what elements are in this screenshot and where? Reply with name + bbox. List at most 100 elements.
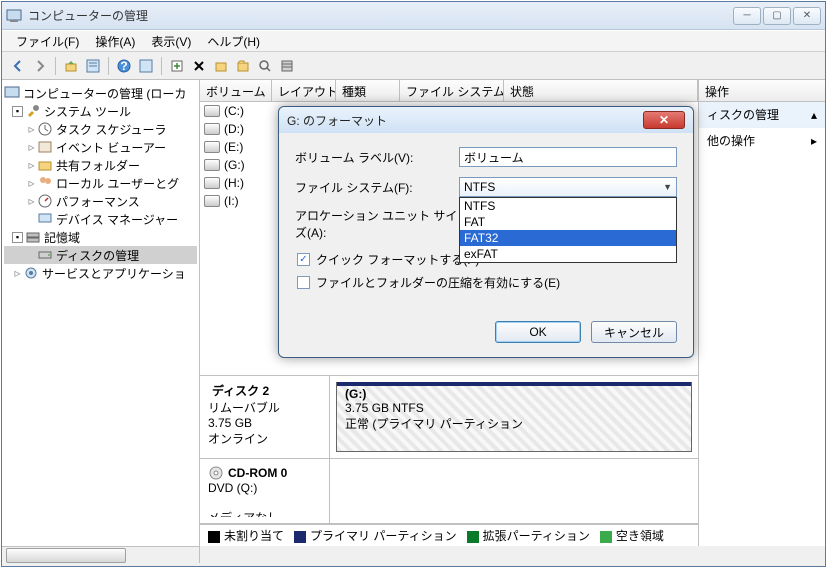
partition-box[interactable]: (G:) 3.75 GB NTFS 正常 (プライマリ パーティション xyxy=(336,382,692,452)
refresh-icon[interactable] xyxy=(136,56,156,76)
collapse-icon[interactable]: ▪ xyxy=(12,232,23,243)
up-icon[interactable] xyxy=(61,56,81,76)
storage-icon xyxy=(25,229,41,245)
list-icon[interactable] xyxy=(277,56,297,76)
collapse-icon: ▴ xyxy=(811,108,817,122)
part-status: 正常 (プライマリ パーティション xyxy=(345,415,683,432)
actions-pane: 操作 ィスクの管理 ▴ 他の操作 ▸ xyxy=(699,80,825,546)
tree-label: システム ツール xyxy=(44,103,131,120)
actions-label: ィスクの管理 xyxy=(707,106,779,123)
tree-device-manager[interactable]: デバイス マネージャー xyxy=(4,210,197,228)
help-icon[interactable]: ? xyxy=(114,56,134,76)
tree-disk-management[interactable]: ディスクの管理 xyxy=(4,246,197,264)
format-dialog: G: のフォーマット ✕ ボリューム ラベル(V): ファイル システム(F):… xyxy=(278,106,694,358)
volume-label-input[interactable] xyxy=(459,147,677,167)
separator xyxy=(55,57,56,75)
drive-icon xyxy=(204,141,220,153)
volume-list-header: ボリューム レイアウト 種類 ファイル システム 状態 xyxy=(200,80,698,102)
fs-option-fat[interactable]: FAT xyxy=(460,214,676,230)
col-volume[interactable]: ボリューム xyxy=(200,80,272,101)
separator xyxy=(161,57,162,75)
filesystem-dropdown: NTFS FAT FAT32 exFAT xyxy=(459,197,677,263)
menu-view[interactable]: 表示(V) xyxy=(143,30,199,53)
legend-primary: プライマリ パーティション xyxy=(310,529,457,543)
toolbar: ? xyxy=(2,52,825,80)
volume-label-label: ボリューム ラベル(V): xyxy=(295,149,459,166)
tree-storage[interactable]: ▪ 記憶域 xyxy=(4,228,197,246)
open-folder-icon[interactable] xyxy=(233,56,253,76)
cdrom-sub: DVD (Q:) xyxy=(208,481,321,495)
search-icon[interactable] xyxy=(255,56,275,76)
tree-label: タスク スケジューラ xyxy=(56,121,167,138)
tree-event-viewer[interactable]: ▹ イベント ビューアー xyxy=(4,138,197,156)
part-size: 3.75 GB NTFS xyxy=(345,401,683,415)
fs-option-exfat[interactable]: exFAT xyxy=(460,246,676,262)
dialog-close-button[interactable]: ✕ xyxy=(643,111,685,129)
legend-swatch xyxy=(294,531,306,543)
menu-action[interactable]: 操作(A) xyxy=(87,30,143,53)
actions-section[interactable]: ィスクの管理 ▴ xyxy=(699,102,825,128)
ok-button[interactable]: OK xyxy=(495,321,581,343)
actions-more[interactable]: 他の操作 ▸ xyxy=(699,128,825,153)
fs-option-ntfs[interactable]: NTFS xyxy=(460,198,676,214)
quick-format-checkbox[interactable]: ✓ xyxy=(297,253,310,266)
legend: 未割り当て プライマリ パーティション 拡張パーティション 空き領域 xyxy=(200,524,698,546)
maximize-button[interactable]: ▢ xyxy=(763,7,791,25)
col-type[interactable]: 種類 xyxy=(336,80,400,101)
col-filesystem[interactable]: ファイル システム xyxy=(400,80,504,101)
drive-icon xyxy=(204,105,220,117)
action-icon[interactable] xyxy=(167,56,187,76)
forward-icon[interactable] xyxy=(30,56,50,76)
disk-size: 3.75 GB xyxy=(208,416,321,430)
folder-icon[interactable] xyxy=(211,56,231,76)
tree-shared-folders[interactable]: ▹ 共有フォルダー xyxy=(4,156,197,174)
vol-label: (C:) xyxy=(224,104,244,118)
legend-swatch xyxy=(208,531,220,543)
actions-label: 他の操作 xyxy=(707,132,755,149)
part-label: (G:) xyxy=(345,387,683,401)
compress-row[interactable]: ファイルとフォルダーの圧縮を有効にする(E) xyxy=(297,274,677,291)
quick-format-label: クイック フォーマットする(P) xyxy=(316,251,479,268)
collapse-icon[interactable]: ▪ xyxy=(12,106,23,117)
tree-root[interactable]: コンピューターの管理 (ローカ xyxy=(4,84,197,102)
tree-label: コンピューターの管理 (ローカ xyxy=(23,85,186,102)
tree-scrollbar[interactable] xyxy=(2,546,200,563)
menu-help[interactable]: ヘルプ(H) xyxy=(199,30,268,53)
properties-icon[interactable] xyxy=(83,56,103,76)
filesystem-value: NTFS xyxy=(464,180,495,194)
disk-info[interactable]: CD-ROM 0 DVD (Q:) メディアなし xyxy=(200,459,330,523)
back-icon[interactable] xyxy=(8,56,28,76)
close-button[interactable]: ✕ xyxy=(793,7,821,25)
minimize-button[interactable]: ─ xyxy=(733,7,761,25)
col-layout[interactable]: レイアウト xyxy=(272,80,336,101)
fs-option-fat32[interactable]: FAT32 xyxy=(460,230,676,246)
menu-file[interactable]: ファイル(F) xyxy=(8,30,87,53)
filesystem-combo[interactable]: NTFS ▼ xyxy=(459,177,677,197)
dialog-body: ボリューム ラベル(V): ファイル システム(F): NTFS ▼ NTFS … xyxy=(279,133,693,311)
event-icon xyxy=(37,139,53,155)
tree-system-tools[interactable]: ▪ システム ツール xyxy=(4,102,197,120)
performance-icon xyxy=(37,193,53,209)
disk-type: リムーバブル xyxy=(208,399,321,416)
tree-task-scheduler[interactable]: ▹ タスク スケジューラ xyxy=(4,120,197,138)
menubar: ファイル(F) 操作(A) 表示(V) ヘルプ(H) xyxy=(2,30,825,52)
dialog-buttons: OK キャンセル xyxy=(279,311,693,357)
footer xyxy=(2,546,825,566)
cdrom-media: メディアなし xyxy=(208,509,321,517)
tree-label: パフォーマンス xyxy=(56,193,140,210)
tree-services[interactable]: ▹ サービスとアプリケーショ xyxy=(4,264,197,282)
tree-label: 共有フォルダー xyxy=(56,157,140,174)
tree-performance[interactable]: ▹ パフォーマンス xyxy=(4,192,197,210)
scroll-thumb[interactable] xyxy=(6,548,126,563)
col-status[interactable]: 状態 xyxy=(504,80,698,101)
tree-local-users[interactable]: ▹ ローカル ユーザーとグ xyxy=(4,174,197,192)
disk-info[interactable]: ディスク 2 リムーバブル 3.75 GB オンライン xyxy=(200,376,330,458)
titlebar: コンピューターの管理 ─ ▢ ✕ xyxy=(2,2,825,30)
disk-block: ディスク 2 リムーバブル 3.75 GB オンライン (G:) 3.75 GB… xyxy=(200,376,698,459)
delete-icon[interactable] xyxy=(189,56,209,76)
compress-checkbox[interactable] xyxy=(297,276,310,289)
tree-label: ローカル ユーザーとグ xyxy=(56,175,179,192)
cdrom-title: CD-ROM 0 xyxy=(228,466,287,480)
disk-status: オンライン xyxy=(208,430,321,447)
cancel-button[interactable]: キャンセル xyxy=(591,321,677,343)
